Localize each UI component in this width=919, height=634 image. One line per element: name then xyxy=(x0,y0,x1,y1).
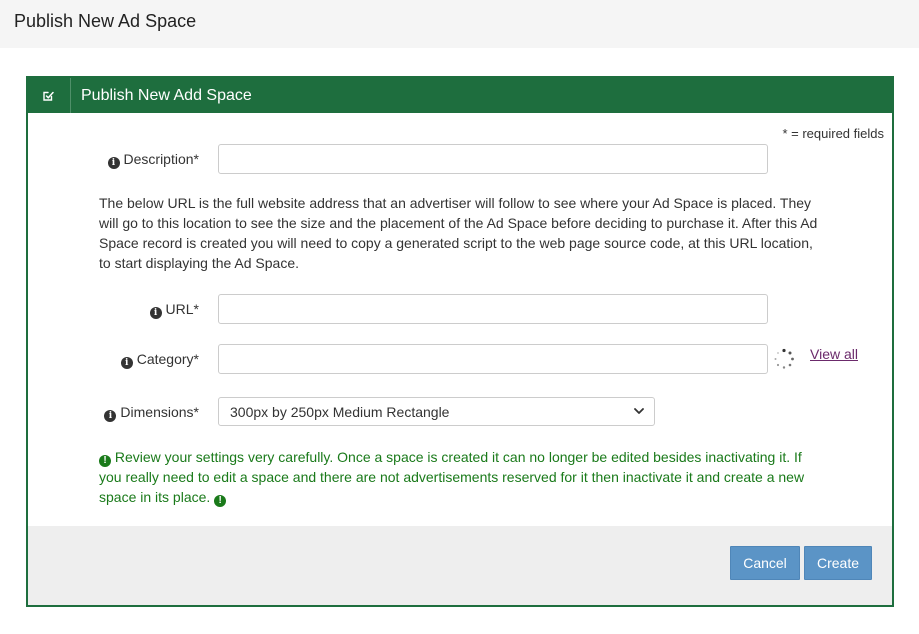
publish-panel: Publish New Add Space * = required field… xyxy=(26,76,894,607)
panel-heading: Publish New Add Space xyxy=(28,78,892,113)
url-help-text: The below URL is the full website addres… xyxy=(99,195,818,271)
description-input[interactable] xyxy=(218,144,768,174)
info-circle-icon: i xyxy=(104,410,117,422)
view-all-link[interactable]: View all xyxy=(810,346,858,362)
url-input[interactable] xyxy=(218,294,768,324)
exclamation-circle-icon: ! xyxy=(99,455,111,467)
url-label-text: URL* xyxy=(165,301,199,317)
url-label: i URL* xyxy=(149,301,199,319)
heading-icon-box xyxy=(28,78,71,113)
page-title: Publish New Ad Space xyxy=(14,11,197,31)
review-warning: ! Review your settings very carefully. O… xyxy=(99,447,823,507)
edit-check-icon xyxy=(43,91,54,101)
dimensions-label-text: Dimensions* xyxy=(120,404,199,420)
category-label-text: Category* xyxy=(136,351,199,367)
create-button[interactable]: Create xyxy=(804,546,872,580)
exclamation-circle-icon: ! xyxy=(214,495,227,507)
cancel-button[interactable]: Cancel xyxy=(730,546,800,580)
description-label-text: Description* xyxy=(123,151,199,167)
dimensions-label: i Dimensions* xyxy=(104,404,199,422)
panel-footer: Cancel Create xyxy=(28,526,892,605)
info-circle-icon: i xyxy=(107,157,120,169)
panel-title: Publish New Add Space xyxy=(81,87,252,104)
category-input[interactable] xyxy=(218,344,768,374)
info-circle-icon: i xyxy=(149,307,162,319)
dimensions-select[interactable]: 300px by 250px Medium Rectangle xyxy=(218,397,655,426)
info-circle-icon: i xyxy=(120,357,133,369)
spinner-icon xyxy=(774,348,794,369)
category-label: i Category* xyxy=(120,351,199,369)
chevron-down-icon xyxy=(634,408,644,414)
page-header: Publish New Ad Space xyxy=(0,0,919,48)
dimensions-selected-value: 300px by 250px Medium Rectangle xyxy=(230,404,450,420)
required-fields-note: * = required fields xyxy=(782,126,884,141)
description-label: i Description* xyxy=(107,151,199,169)
review-warning-text: Review your settings very carefully. Onc… xyxy=(99,449,805,505)
